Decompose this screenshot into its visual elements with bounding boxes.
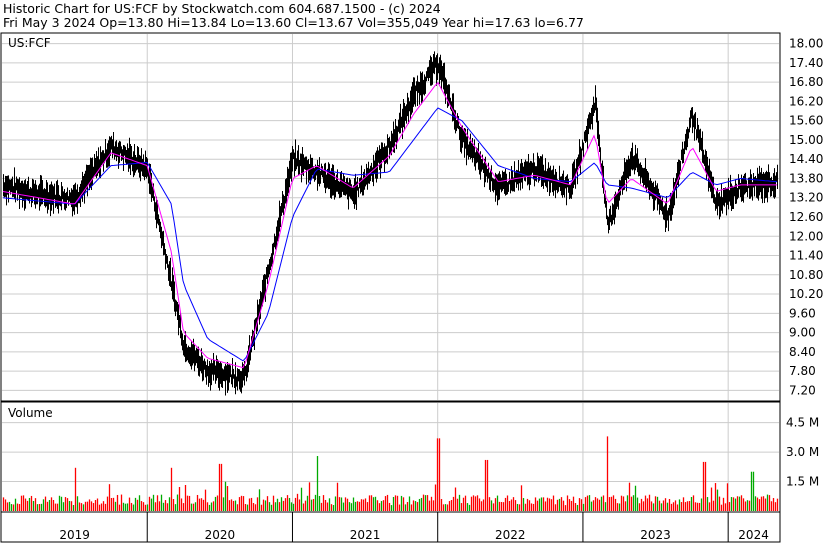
price-tick-label: 16.20 <box>789 94 823 108</box>
price-tick-label: 12.60 <box>789 210 823 224</box>
x-tick-label: 2019 <box>59 528 90 542</box>
volume-axis: 4.5 M 3.0 M 1.5 M <box>786 416 819 489</box>
price-tick-label: 9.00 <box>789 326 816 340</box>
price-panel-title: US:FCF <box>8 36 51 50</box>
chart-window: Historic Chart for US:FCF by Stockwatch.… <box>0 0 830 543</box>
x-tick-label: 2023 <box>640 528 671 542</box>
x-tick-label: 2020 <box>205 528 236 542</box>
price-tick-label: 13.80 <box>789 171 823 185</box>
price-tick-label: 7.80 <box>789 364 816 378</box>
price-tick-label: 16.80 <box>789 75 823 89</box>
volume-panel-title: Volume <box>8 406 53 420</box>
price-tick-label: 10.20 <box>789 287 823 301</box>
volume-tick-label: 1.5 M <box>786 475 819 489</box>
price-tick-label: 12.00 <box>789 229 823 243</box>
price-tick-label: 15.00 <box>789 133 823 147</box>
price-tick-label: 7.20 <box>789 383 816 397</box>
price-tick-label: 10.80 <box>789 268 823 282</box>
chart-svg: 18.00 17.40 16.80 16.20 15.60 15.00 14.40 13.80… <box>0 32 823 543</box>
x-tick-label: 2021 <box>350 528 381 542</box>
x-tick-label: 2022 <box>495 528 526 542</box>
price-tick-label: 14.40 <box>789 152 823 166</box>
price-tick-label: 8.40 <box>789 345 816 359</box>
volume-tick-label: 3.0 M <box>786 445 819 459</box>
price-tick-label: 9.60 <box>789 306 816 320</box>
x-tick-label: 2024 <box>738 528 769 542</box>
price-tick-label: 17.40 <box>789 56 823 70</box>
price-tick-label: 11.40 <box>789 249 823 263</box>
price-tick-label: 18.00 <box>789 37 823 51</box>
price-axis: 18.00 17.40 16.80 16.20 15.60 15.00 14.40 13.80… <box>789 37 823 398</box>
price-tick-label: 13.20 <box>789 191 823 205</box>
volume-tick-label: 4.5 M <box>786 416 819 430</box>
price-tick-label: 15.60 <box>789 114 823 128</box>
